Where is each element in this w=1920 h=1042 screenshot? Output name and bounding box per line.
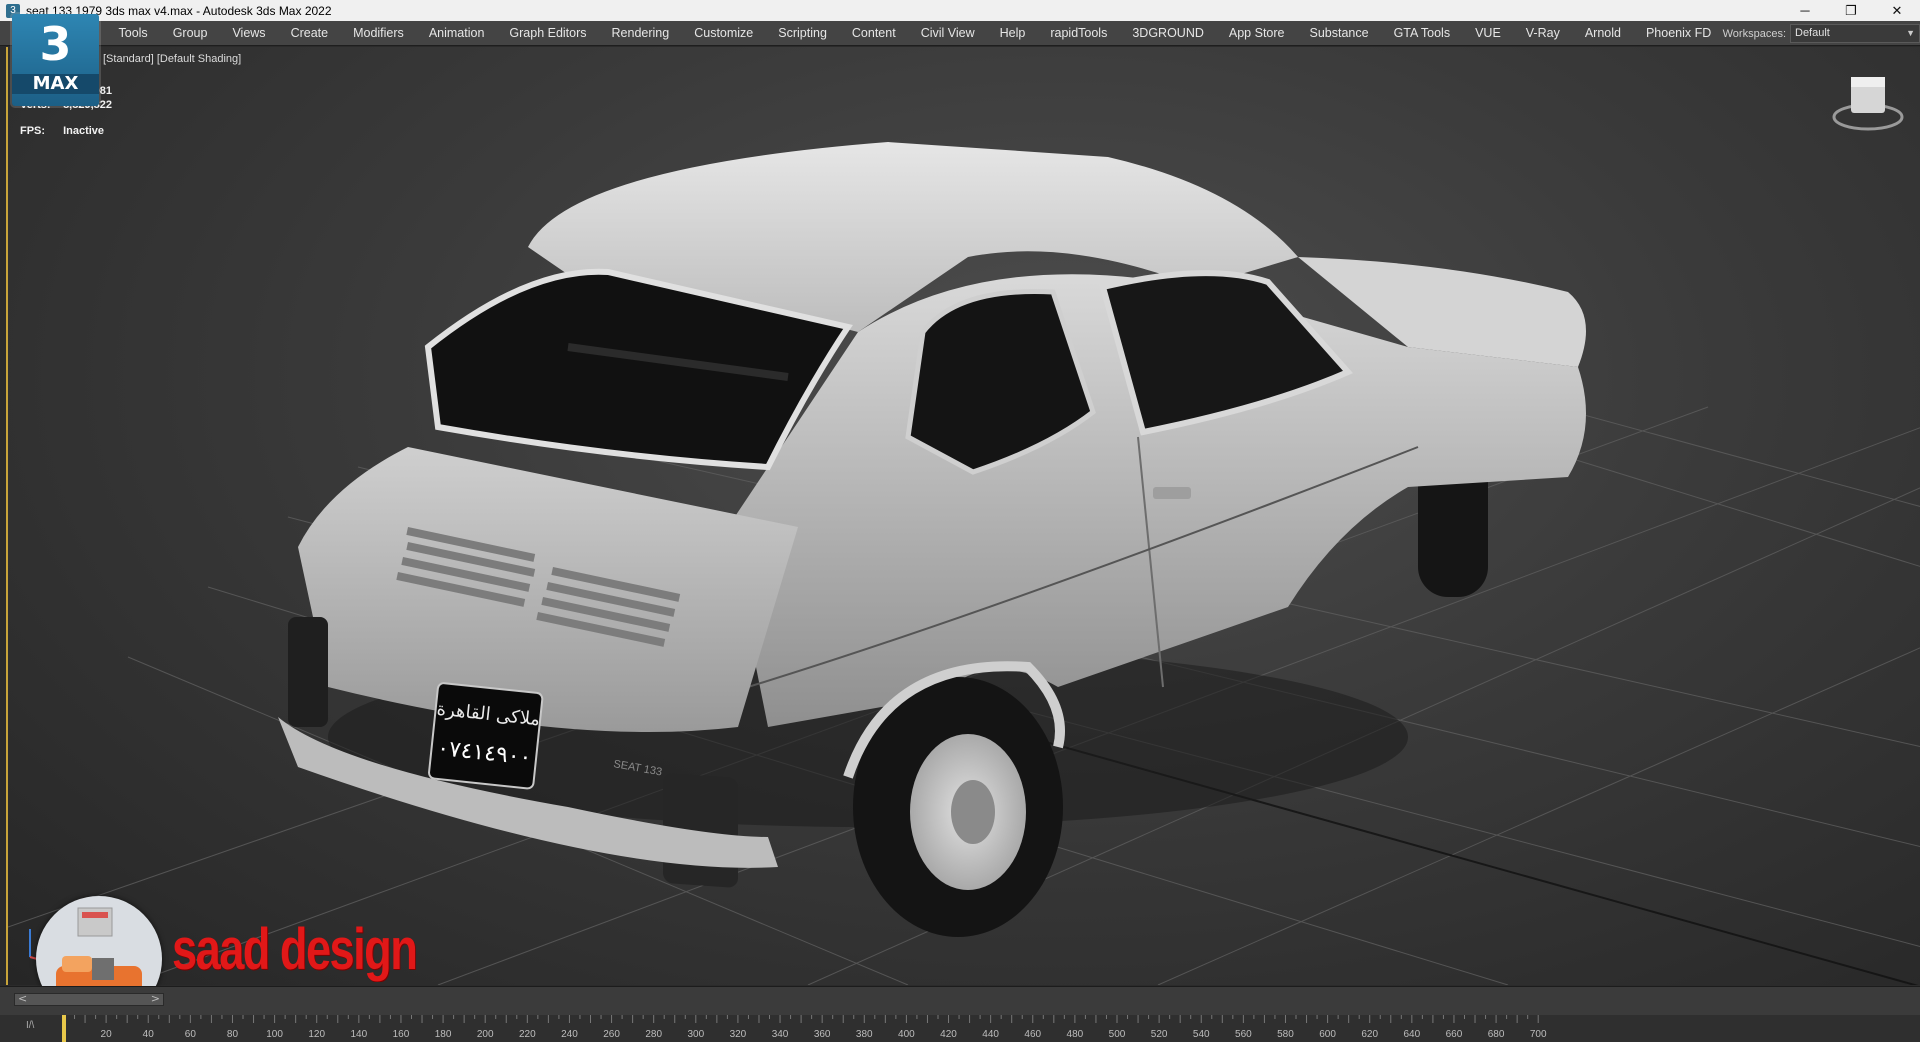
viewport-label[interactable]: [Standard] [Default Shading] bbox=[103, 53, 241, 65]
workspaces-label: Workspaces: bbox=[1722, 27, 1786, 40]
ruler-tick-label: 460 bbox=[1024, 1029, 1041, 1040]
ruler-tick-label: 340 bbox=[772, 1029, 789, 1040]
ruler-tick-label: 40 bbox=[143, 1029, 155, 1040]
ruler-tick-label: 540 bbox=[1193, 1029, 1210, 1040]
perspective-viewport[interactable]: ملاكى القاهرة ٠٧٤١٤٩٠٠ SEAT 133 [Standar… bbox=[6, 47, 1920, 985]
ruler-tick-label: 260 bbox=[603, 1029, 620, 1040]
ruler-tick-label: 600 bbox=[1319, 1029, 1336, 1040]
ruler-tick-label: 620 bbox=[1361, 1029, 1378, 1040]
scene-render: ملاكى القاهرة ٠٧٤١٤٩٠٠ SEAT 133 bbox=[8, 77, 1920, 985]
menu-rapidtools[interactable]: rapidTools bbox=[1038, 21, 1120, 46]
menu-animation[interactable]: Animation bbox=[416, 21, 497, 46]
ruler-tick-label: 240 bbox=[561, 1029, 578, 1040]
ruler-tick-label: 80 bbox=[227, 1029, 239, 1040]
minimize-button[interactable]: ─ bbox=[1782, 0, 1828, 21]
menu-v-ray[interactable]: V-Ray bbox=[1513, 21, 1572, 46]
menu-customize[interactable]: Customize bbox=[682, 21, 766, 46]
ruler-tick-label: 20 bbox=[101, 1029, 113, 1040]
chevron-down-icon: ▼ bbox=[1906, 28, 1915, 38]
menu-create[interactable]: Create bbox=[278, 21, 341, 46]
ruler-tick-label: 660 bbox=[1446, 1029, 1463, 1040]
ruler-tick-label: 700 bbox=[1530, 1029, 1547, 1040]
time-slider[interactable]: < > bbox=[14, 992, 164, 1006]
ruler-tick-label: 100 bbox=[266, 1029, 283, 1040]
ruler-tick-label: 360 bbox=[814, 1029, 831, 1040]
ruler-tick-label: 560 bbox=[1235, 1029, 1252, 1040]
fps-key: FPS: bbox=[20, 125, 46, 137]
menu-items: Tools Group Views Create Modifiers Animation G… bbox=[106, 21, 1724, 46]
menu-scripting[interactable]: Scripting bbox=[766, 21, 840, 46]
ruler-tick-label: 220 bbox=[519, 1029, 536, 1040]
logo-word: MAX bbox=[12, 74, 99, 94]
ruler-tick-label: 400 bbox=[898, 1029, 915, 1040]
ruler-tick-label: 480 bbox=[1067, 1029, 1084, 1040]
ruler-tick-label: 60 bbox=[185, 1029, 197, 1040]
prev-frame-button[interactable]: < bbox=[18, 992, 27, 1005]
ruler-tick-label: 180 bbox=[435, 1029, 452, 1040]
watermark-text: saad design bbox=[172, 917, 418, 982]
menu-views[interactable]: Views bbox=[220, 21, 278, 46]
logo-number: 3 bbox=[39, 17, 72, 71]
current-frame-marker[interactable] bbox=[62, 1015, 66, 1042]
menu-arnold[interactable]: Arnold bbox=[1572, 21, 1633, 46]
workspaces-dropdown[interactable]: Default ▼ bbox=[1790, 24, 1920, 43]
ruler-tick-label: 320 bbox=[730, 1029, 747, 1040]
close-button[interactable]: ✕ bbox=[1874, 0, 1920, 21]
ruler-tick-label: 640 bbox=[1403, 1029, 1420, 1040]
menu-help[interactable]: Help bbox=[987, 21, 1038, 46]
viewcube bbox=[1832, 77, 1904, 131]
title-bar: 3 seat 133 1979 3ds max v4.max - Autodes… bbox=[0, 0, 1920, 21]
menu-bar: Tools Group Views Create Modifiers Animation G… bbox=[0, 21, 1920, 46]
ruler-tick-label: 200 bbox=[477, 1029, 494, 1040]
menu-3dground[interactable]: 3DGROUND bbox=[1120, 21, 1217, 46]
ruler-tick-label: 500 bbox=[1109, 1029, 1126, 1040]
menu-group[interactable]: Group bbox=[160, 21, 220, 46]
workspace-selector: Workspaces: Default ▼ bbox=[1723, 21, 1920, 46]
ruler-tick-label: 300 bbox=[687, 1029, 704, 1040]
frame-ruler[interactable]: I/\ 20 40 60 80 100 120 140 160 180 200 220 240 260 2… bbox=[0, 1015, 1920, 1042]
ruler-tick-label: 160 bbox=[393, 1029, 410, 1040]
menu-tools[interactable]: Tools bbox=[106, 21, 160, 46]
ruler-tick-label: 440 bbox=[982, 1029, 999, 1040]
next-frame-button[interactable]: > bbox=[151, 992, 160, 1005]
menu-civil-view[interactable]: Civil View bbox=[908, 21, 987, 46]
workspaces-value: Default bbox=[1795, 27, 1830, 39]
restore-button[interactable]: ❐ bbox=[1828, 0, 1874, 21]
menu-vue[interactable]: VUE bbox=[1463, 21, 1514, 46]
ruler-tick-label: 520 bbox=[1151, 1029, 1168, 1040]
fps-value: Inactive bbox=[63, 125, 105, 137]
menu-gta-tools[interactable]: GTA Tools bbox=[1381, 21, 1463, 46]
menu-graph-editors[interactable]: Graph Editors bbox=[497, 21, 599, 46]
ruler-tick-label: 680 bbox=[1488, 1029, 1505, 1040]
menu-rendering[interactable]: Rendering bbox=[599, 21, 682, 46]
ruler-tick-label: 140 bbox=[350, 1029, 367, 1040]
menu-modifiers[interactable]: Modifiers bbox=[341, 21, 417, 46]
ruler-ticks: 20 40 60 80 100 120 140 160 180 200 220 240 260 280 30… bbox=[62, 1015, 1547, 1042]
menu-content[interactable]: Content bbox=[839, 21, 908, 46]
ruler-tick-label: 280 bbox=[645, 1029, 662, 1040]
menu-app-store[interactable]: App Store bbox=[1216, 21, 1297, 46]
ruler-tick-label: 420 bbox=[940, 1029, 957, 1040]
timeline[interactable]: < > I/\ 20 40 60 80 100 120 140 160 180 200 220 240… bbox=[0, 986, 1920, 1042]
ruler-tick-label: 580 bbox=[1277, 1029, 1294, 1040]
car-model: ملاكى القاهرة ٠٧٤١٤٩٠٠ SEAT 133 bbox=[278, 142, 1586, 937]
ruler-tick-label: 120 bbox=[308, 1029, 325, 1040]
window-controls: ─ ❐ ✕ bbox=[1782, 0, 1920, 21]
ruler-tick-label: 380 bbox=[856, 1029, 873, 1040]
menu-phoenix-fd[interactable]: Phoenix FD bbox=[1633, 21, 1723, 46]
fps-stat: FPS: Inactive bbox=[20, 125, 104, 137]
3ds-max-logo: 3 MAX bbox=[12, 14, 99, 106]
menu-substance[interactable]: Substance bbox=[1297, 21, 1381, 46]
